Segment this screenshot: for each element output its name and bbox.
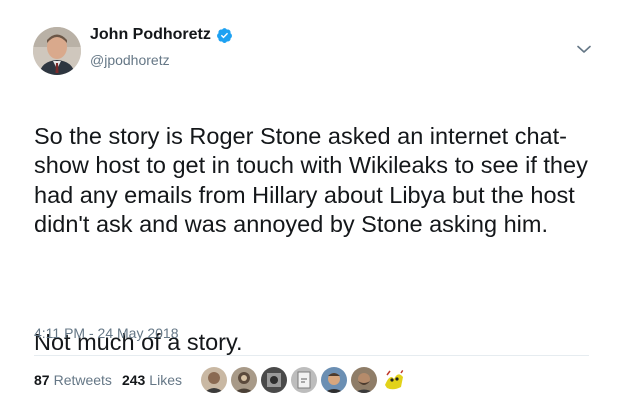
liker-avatar[interactable]: [260, 366, 288, 394]
retweets-stat[interactable]: 87 Retweets: [34, 372, 112, 388]
liker-avatar[interactable]: [380, 366, 408, 394]
liker-avatar[interactable]: [200, 366, 228, 394]
likes-count: 243: [121, 372, 146, 388]
tweet-stats: 87 Retweets 243 Likes: [34, 372, 192, 388]
author-handle[interactable]: @jpodhoretz: [90, 52, 170, 68]
likes-stat[interactable]: 243 Likes: [122, 372, 182, 388]
tweet-card: John Podhoretz @jpodhoretz So the story …: [0, 0, 619, 403]
author-display-name[interactable]: John Podhoretz: [90, 26, 211, 44]
tweet-text: So the story is Roger Stone asked an int…: [34, 92, 594, 387]
liker-avatars: [200, 366, 410, 394]
likes-label: Likes: [149, 372, 182, 388]
tweet-timestamp[interactable]: 4:11 PM - 24 May 2018: [34, 325, 178, 341]
retweets-label: Retweets: [53, 372, 112, 388]
divider: [34, 355, 589, 356]
liker-avatar[interactable]: [290, 366, 318, 394]
liker-avatar[interactable]: [320, 366, 348, 394]
retweets-count: 87: [34, 372, 50, 388]
author-name-row[interactable]: John Podhoretz: [90, 26, 233, 44]
chevron-down-icon[interactable]: [573, 38, 595, 60]
liker-avatar[interactable]: [350, 366, 378, 394]
tweet-paragraph: So the story is Roger Stone asked an int…: [34, 122, 588, 238]
verified-badge-icon: [216, 27, 233, 44]
author-avatar[interactable]: [33, 27, 81, 75]
liker-avatar[interactable]: [230, 366, 258, 394]
